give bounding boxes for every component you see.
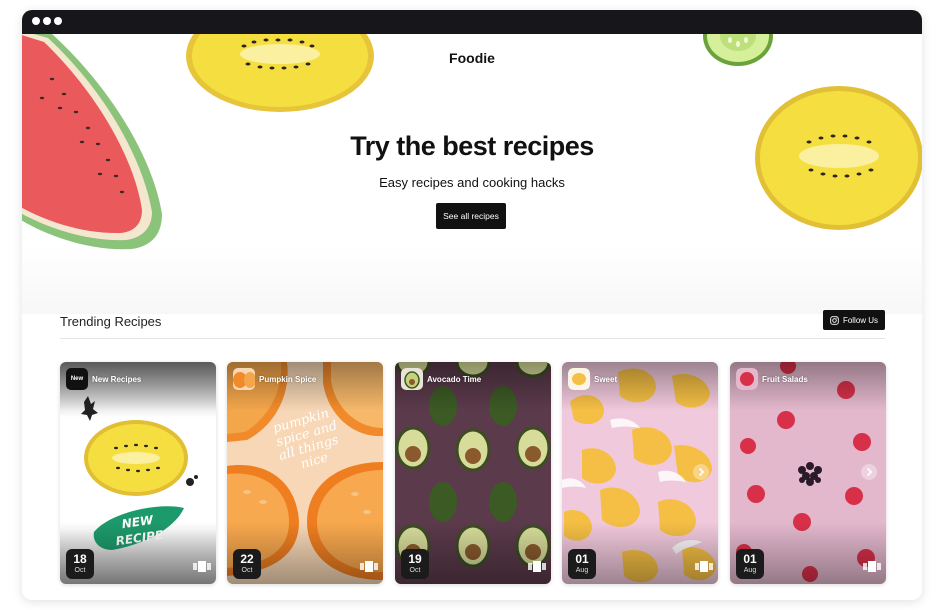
card-avatar [568,368,590,390]
sweet-avatar-icon [568,368,590,390]
window-dot-maximize[interactable] [54,17,62,25]
card-date-badge: 18 Oct [66,549,94,579]
card-date-badge: 22 Oct [233,549,261,579]
gallery-icon [360,561,378,572]
chevron-right-icon [866,467,873,477]
card-next-button[interactable] [693,464,709,480]
card-title: Pumpkin Spice [259,375,317,384]
recipe-card-pumpkin-spice[interactable]: pumpkin spice and all things nice Pumpki… [227,362,383,584]
card-title: Avocado Time [427,375,482,384]
hero-subtitle: Easy recipes and cooking hacks [379,175,565,190]
follow-us-label: Follow Us [842,315,879,325]
berry-avatar-icon [736,368,758,390]
gallery-icon [193,561,211,572]
card-title: New Recipes [92,375,142,384]
gallery-icon [863,561,881,572]
card-date-badge: 19 Oct [401,549,429,579]
chevron-right-icon [698,467,705,477]
recipe-card-avocado-time[interactable]: Avocado Time 19 Oct [395,362,551,584]
brand-logo[interactable]: Foodie [22,50,922,66]
recipe-card-sweet[interactable]: Sweet 01 Aug [562,362,718,584]
trending-cards: NEW RECIPE New New Recipes 18 Oct [60,362,886,584]
golden-kiwi-top-image [186,34,374,112]
card-avatar [233,368,255,390]
trending-title: Trending Recipes [60,314,162,329]
window-titlebar [22,10,922,34]
card-title: Fruit Salads [762,375,808,384]
card-avatar: New [66,368,88,390]
hero-section: Foodie Try the best recipes Easy recipes… [22,34,922,314]
section-divider [60,338,885,339]
see-all-recipes-button[interactable]: See all recipes [436,203,506,229]
window-dot-minimize[interactable] [43,17,51,25]
window-dot-close[interactable] [32,17,40,25]
card-date-badge: 01 Aug [568,549,596,579]
pumpkin-avatar-icon [233,368,255,390]
card-avatar [736,368,758,390]
hero-title: Try the best recipes [350,131,594,161]
recipe-card-fruit-salads[interactable]: Fruit Salads 01 Aug [730,362,886,584]
gallery-icon [528,561,546,572]
card-title: Sweet [594,375,618,384]
card-next-button[interactable] [861,464,877,480]
browser-window: Foodie Try the best recipes Easy recipes… [22,10,922,600]
recipe-card-new-recipes[interactable]: NEW RECIPE New New Recipes 18 Oct [60,362,216,584]
avocado-avatar-icon [401,368,423,390]
instagram-icon [830,315,839,325]
gallery-icon [695,561,713,572]
card-date-badge: 01 Aug [736,549,764,579]
card-avatar [401,368,423,390]
page-content: Foodie Try the best recipes Easy recipes… [22,34,922,600]
follow-us-button[interactable]: Follow Us [823,310,885,330]
